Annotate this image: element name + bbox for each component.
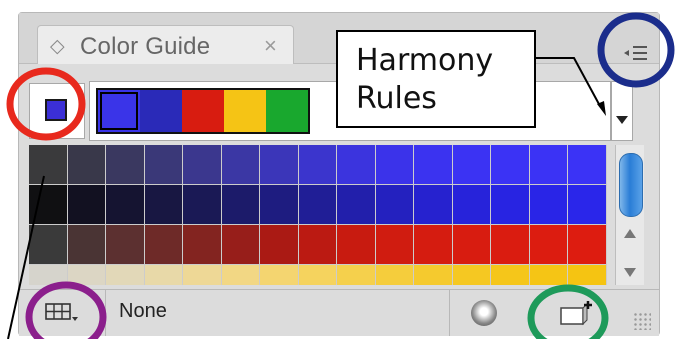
panel-menu-icon[interactable] (622, 41, 650, 67)
grid-row (29, 265, 607, 285)
color-variation-swatch[interactable] (414, 185, 452, 224)
color-variation-swatch[interactable] (144, 185, 183, 224)
harmony-color-swatch[interactable] (182, 90, 224, 132)
color-variation-swatch[interactable] (106, 185, 144, 224)
color-variation-swatch[interactable] (29, 225, 67, 264)
callout-line-2: Rules (356, 81, 437, 116)
color-variation-swatch[interactable] (67, 225, 106, 264)
color-grid-icon[interactable] (45, 301, 81, 323)
color-variation-swatch[interactable] (260, 225, 298, 264)
separator (105, 290, 106, 336)
color-variation-swatch[interactable] (260, 265, 298, 285)
callout-text: Harmony Rules (356, 42, 493, 118)
harmony-row (29, 81, 633, 143)
color-variation-swatch[interactable] (375, 225, 414, 264)
color-variation-swatch[interactable] (298, 265, 337, 285)
color-variation-swatch[interactable] (568, 185, 606, 224)
color-variation-swatch[interactable] (183, 265, 221, 285)
color-variation-swatch[interactable] (183, 185, 221, 224)
close-icon[interactable]: × (264, 33, 277, 59)
color-variation-swatch[interactable] (106, 225, 144, 264)
color-variation-swatch[interactable] (491, 145, 529, 184)
scrollbar-thumb[interactable] (619, 153, 643, 217)
color-variation-swatch[interactable] (452, 185, 491, 224)
color-variation-swatch[interactable] (491, 225, 529, 264)
color-variation-swatch[interactable] (375, 185, 414, 224)
panel-bottombar: None (19, 289, 659, 336)
diamond-star-icon: ◇ (50, 36, 65, 57)
color-variation-swatch[interactable] (67, 265, 106, 285)
color-variation-swatch[interactable] (221, 185, 260, 224)
harmony-color-swatch[interactable] (224, 90, 266, 132)
color-variation-grid[interactable] (29, 145, 607, 285)
color-variation-swatch[interactable] (452, 225, 491, 264)
separator (449, 290, 450, 336)
color-variation-swatch[interactable] (106, 265, 144, 285)
callout-line-1: Harmony (356, 43, 494, 78)
color-variation-swatch[interactable] (221, 225, 260, 264)
scroll-down-icon[interactable] (624, 268, 636, 277)
color-variation-swatch[interactable] (29, 185, 67, 224)
color-variation-swatch[interactable] (529, 265, 568, 285)
color-variation-swatch[interactable] (106, 145, 144, 184)
chevron-down-icon (616, 116, 628, 124)
scroll-up-icon[interactable] (624, 229, 636, 238)
harmony-rules-dropdown[interactable] (611, 81, 633, 141)
color-variation-swatch[interactable] (529, 185, 568, 224)
color-variation-swatch[interactable] (144, 225, 183, 264)
color-variation-swatch[interactable] (568, 265, 606, 285)
color-variation-swatch[interactable] (298, 185, 337, 224)
color-variation-swatch[interactable] (260, 145, 298, 184)
color-variation-swatch[interactable] (221, 145, 260, 184)
color-variation-swatch[interactable] (337, 145, 375, 184)
grid-row (29, 145, 607, 185)
color-variation-swatch[interactable] (568, 145, 606, 184)
harmony-color-swatch[interactable] (266, 90, 308, 132)
color-variation-swatch[interactable] (144, 145, 183, 184)
color-variation-swatch[interactable] (491, 185, 529, 224)
color-variation-swatch[interactable] (337, 185, 375, 224)
new-swatch-group-icon[interactable] (559, 300, 595, 328)
color-variation-swatch[interactable] (183, 225, 221, 264)
base-color-button[interactable] (29, 83, 85, 139)
color-variation-swatch[interactable] (337, 225, 375, 264)
color-variation-swatch[interactable] (67, 145, 106, 184)
base-color-swatch[interactable] (45, 99, 67, 121)
color-variation-swatch[interactable] (375, 145, 414, 184)
color-variation-swatch[interactable] (414, 265, 452, 285)
color-variation-swatch[interactable] (144, 265, 183, 285)
color-variation-swatch[interactable] (491, 265, 529, 285)
color-variation-swatch[interactable] (337, 265, 375, 285)
color-variation-swatch[interactable] (568, 225, 606, 264)
color-variation-swatch[interactable] (414, 145, 452, 184)
color-variation-swatch[interactable] (183, 145, 221, 184)
color-variation-swatch[interactable] (67, 185, 106, 224)
edit-colors-icon[interactable] (471, 300, 497, 326)
color-variation-swatch[interactable] (375, 265, 414, 285)
harmony-color-swatch[interactable] (98, 90, 140, 132)
grid-row (29, 225, 607, 265)
color-variation-swatch[interactable] (529, 225, 568, 264)
color-variation-swatch[interactable] (298, 145, 337, 184)
color-variation-swatch[interactable] (29, 145, 67, 184)
harmony-color-swatch[interactable] (140, 90, 182, 132)
color-variation-swatch[interactable] (414, 225, 452, 264)
color-variation-swatch[interactable] (260, 185, 298, 224)
color-variation-swatch[interactable] (529, 145, 568, 184)
limit-to-library-label[interactable]: None (119, 300, 167, 323)
color-variation-swatch[interactable] (29, 265, 67, 285)
harmony-color-strip[interactable] (96, 88, 310, 134)
tab-color-guide[interactable]: ◇ Color Guide × (37, 25, 294, 64)
color-variation-swatch[interactable] (221, 265, 260, 285)
grid-row (29, 185, 607, 225)
harmony-rules-callout: Harmony Rules (336, 30, 536, 128)
resize-grip-icon[interactable] (633, 312, 651, 330)
vertical-scrollbar[interactable] (615, 145, 644, 285)
tab-title: Color Guide (80, 33, 211, 60)
color-variation-swatch[interactable] (298, 225, 337, 264)
color-variation-swatch[interactable] (452, 145, 491, 184)
color-variation-swatch[interactable] (452, 265, 491, 285)
